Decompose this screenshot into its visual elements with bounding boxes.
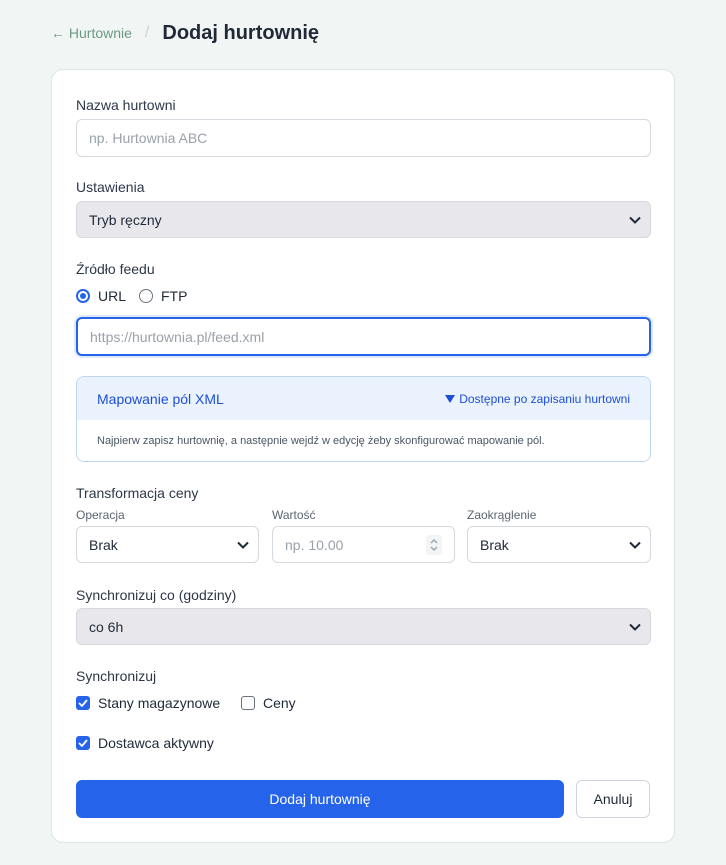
sync-prices-option[interactable]: Ceny bbox=[241, 695, 296, 711]
xml-mapping-description: Najpierw zapisz hurtownię, a następnie w… bbox=[77, 420, 650, 461]
xml-mapping-toggle[interactable]: Dostępne po zapisaniu hurtowni bbox=[445, 392, 630, 406]
settings-label: Ustawienia bbox=[76, 179, 145, 195]
active-checkbox-label: Dostawca aktywny bbox=[98, 735, 214, 751]
breadcrumb: ← Hurtownie / Dodaj hurtownię bbox=[51, 20, 319, 46]
ftp-radio[interactable] bbox=[139, 289, 153, 303]
operation-select-value: Brak bbox=[89, 536, 118, 553]
feed-source-url-option[interactable]: URL bbox=[76, 288, 126, 304]
settings-select-value: Tryb ręczny bbox=[89, 211, 162, 228]
form-card: Nazwa hurtowni np. Hurtownia ABC Ustawie… bbox=[51, 69, 675, 843]
cancel-button[interactable]: Anuluj bbox=[576, 780, 650, 818]
feed-source-label: Źródło feedu bbox=[76, 261, 155, 277]
triangle-down-icon bbox=[445, 392, 456, 406]
prices-checkbox-label: Ceny bbox=[263, 695, 296, 711]
chevron-down-icon bbox=[628, 620, 642, 634]
url-radio[interactable] bbox=[76, 289, 90, 303]
feed-url-placeholder: https://hurtownia.pl/feed.xml bbox=[90, 328, 265, 345]
xml-mapping-title: Mapowanie pól XML bbox=[97, 390, 224, 407]
sync-interval-label: Synchronizuj co (godziny) bbox=[76, 587, 237, 603]
sync-interval-select[interactable]: co 6h bbox=[76, 608, 651, 645]
settings-select[interactable]: Tryb ręczny bbox=[76, 201, 651, 238]
value-input-placeholder: np. 10.00 bbox=[285, 536, 344, 553]
rounding-select[interactable]: Brak bbox=[467, 526, 651, 563]
sync-stock-option[interactable]: Stany magazynowe bbox=[76, 695, 220, 711]
sync-label: Synchronizuj bbox=[76, 668, 157, 684]
stock-checkbox[interactable] bbox=[76, 696, 90, 710]
xml-mapping-panel: Mapowanie pól XML Dostępne po zapisaniu … bbox=[76, 376, 651, 462]
chevron-down-icon bbox=[628, 213, 642, 227]
number-spinner-icon[interactable] bbox=[426, 534, 442, 555]
feed-url-input[interactable]: https://hurtownia.pl/feed.xml bbox=[76, 317, 651, 356]
breadcrumb-separator: / bbox=[144, 24, 150, 41]
xml-mapping-header[interactable]: Mapowanie pól XML Dostępne po zapisaniu … bbox=[77, 377, 650, 420]
chevron-down-icon bbox=[236, 538, 250, 552]
chevron-down-icon bbox=[628, 538, 642, 552]
active-supplier-option[interactable]: Dostawca aktywny bbox=[76, 735, 214, 751]
ftp-radio-label: FTP bbox=[161, 288, 188, 304]
operation-select[interactable]: Brak bbox=[76, 526, 259, 563]
value-label: Wartość bbox=[272, 508, 316, 522]
prices-checkbox[interactable] bbox=[241, 696, 255, 710]
value-input[interactable]: np. 10.00 bbox=[272, 526, 455, 563]
url-radio-label: URL bbox=[98, 288, 127, 304]
feed-source-ftp-option[interactable]: FTP bbox=[139, 288, 187, 304]
submit-button[interactable]: Dodaj hurtownię bbox=[76, 780, 564, 818]
operation-label: Operacja bbox=[76, 508, 125, 522]
active-checkbox[interactable] bbox=[76, 736, 90, 750]
xml-mapping-toggle-label: Dostępne po zapisaniu hurtowni bbox=[459, 391, 630, 406]
name-label: Nazwa hurtowni bbox=[76, 97, 176, 113]
rounding-label: Zaokrąglenie bbox=[467, 508, 537, 522]
price-transform-label: Transformacja ceny bbox=[76, 485, 199, 501]
page-title: Dodaj hurtownię bbox=[162, 21, 320, 44]
name-input-placeholder: np. Hurtownia ABC bbox=[89, 130, 208, 146]
stock-checkbox-label: Stany magazynowe bbox=[98, 695, 221, 711]
sync-interval-value: co 6h bbox=[89, 618, 124, 635]
name-input[interactable]: np. Hurtownia ABC bbox=[76, 119, 651, 157]
back-link[interactable]: ← Hurtownie bbox=[51, 25, 132, 41]
rounding-select-value: Brak bbox=[480, 536, 509, 553]
